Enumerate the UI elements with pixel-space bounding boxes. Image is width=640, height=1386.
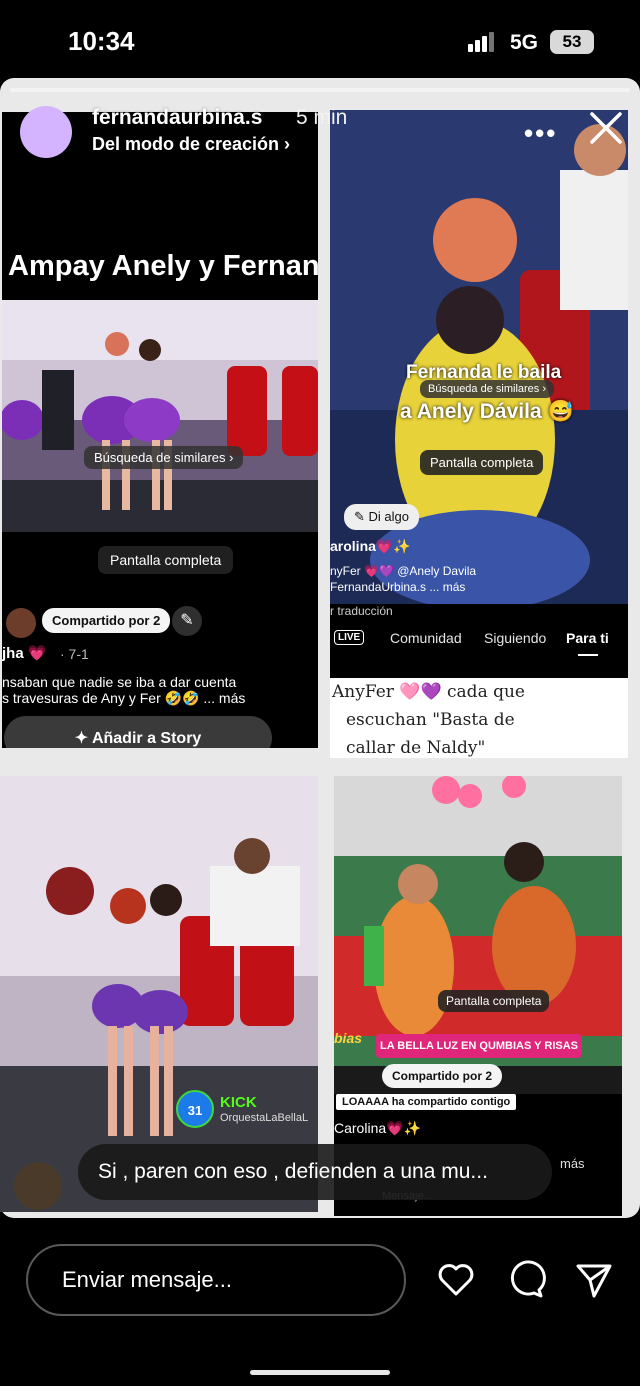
see-translation-link[interactable]: r traducción: [330, 604, 393, 618]
tab-following[interactable]: Siguiendo: [484, 630, 546, 646]
fullscreen-button[interactable]: Pantalla completa: [438, 990, 550, 1012]
caption-box: AnyFer 🩷💜 cada que escuchan "Basta de ca…: [330, 678, 628, 758]
status-time: 10:34: [68, 26, 135, 56]
home-indicator: [250, 1370, 390, 1375]
kick-label: KICK: [220, 1094, 257, 1111]
avatar: [6, 608, 36, 638]
more-link[interactable]: más: [560, 1156, 585, 1171]
close-icon[interactable]: [586, 108, 626, 148]
story-username[interactable]: fernandaurbina.s: [92, 106, 262, 130]
story-header: fernandaurbina.s 5 min Del modo de creac…: [0, 100, 640, 170]
similar-search-button[interactable]: Búsqueda de similares ›: [420, 380, 555, 398]
battery-icon: 53: [550, 30, 594, 54]
more-options-icon[interactable]: •••: [524, 118, 557, 149]
avatar[interactable]: [20, 106, 72, 158]
heart-icon[interactable]: [436, 1260, 476, 1300]
active-tab-underline: [578, 654, 598, 656]
caption-line: FernandaUrbina.s ... más: [330, 580, 466, 594]
stream-banner: LA BELLA LUZ EN QUMBIAS Y RISAS: [376, 1034, 582, 1058]
kick-badge-icon: 31: [176, 1090, 214, 1128]
edit-icon[interactable]: ✎: [172, 606, 202, 636]
caption-line: callar de Naldy": [346, 738, 486, 758]
network-label: 5G: [510, 31, 539, 54]
add-to-story-button[interactable]: ✦ Añadir a Story: [4, 716, 272, 748]
fullscreen-button[interactable]: Pantalla completa: [98, 546, 234, 574]
kick-channel: OrquestaLaBellaL: [220, 1112, 309, 1124]
story-time: 5 min: [296, 106, 348, 129]
post-username: Carolina💗✨: [334, 1120, 422, 1136]
caption-line: nsaban que nadie se iba a dar cuenta: [2, 674, 237, 690]
caption-line: AnyFer 🩷💜 cada que: [332, 682, 525, 702]
tab-community[interactable]: Comunidad: [390, 630, 462, 646]
send-icon[interactable]: [574, 1260, 614, 1300]
say-something-button[interactable]: ✎ Di algo: [344, 504, 419, 530]
send-message-input[interactable]: Enviar mensaje...: [26, 1244, 406, 1316]
reel-title: Ampay Anely y Fernanda: [8, 250, 318, 282]
story-subtitle[interactable]: Del modo de creación ›: [92, 134, 290, 155]
reply-preview-bubble[interactable]: Si , paren con eso , defienden a una mu.…: [78, 1144, 552, 1200]
shared-notice: LOAAAA ha compartido contigo: [336, 1094, 517, 1110]
banner-tag: bias: [334, 1030, 363, 1046]
add-to-story-label: Añadir a Story: [91, 730, 202, 747]
tab-for-you[interactable]: Para ti: [566, 630, 609, 646]
post-username: jha 💗: [2, 645, 47, 662]
say-something-label: Di algo: [368, 509, 409, 524]
post-date: · 7-1: [60, 646, 89, 662]
status-bar: 10:34 5G 53: [0, 0, 640, 80]
shared-reel-top-right[interactable]: Fernanda le baila Búsqueda de similares …: [330, 110, 628, 758]
similar-search-button[interactable]: Búsqueda de similares ›: [84, 446, 244, 469]
feed-tabs: LIVE Comunidad Siguiendo Para ti: [330, 624, 628, 660]
fullscreen-button[interactable]: Pantalla completa: [420, 450, 544, 475]
concert-stage-image: [2, 300, 318, 532]
caption-line: s travesuras de Any y Fer 🤣🤣 ... más: [2, 690, 246, 706]
shared-by-pill[interactable]: Compartido por 2: [382, 1064, 503, 1088]
shared-by-pill[interactable]: Compartido por 2: [42, 608, 171, 633]
live-icon[interactable]: LIVE: [334, 630, 365, 645]
signal-icon: [468, 32, 496, 52]
post-username: arolina💗✨: [330, 538, 411, 554]
comment-icon[interactable]: [506, 1260, 546, 1300]
caption-line: nyFer 💗💜 @Anely Davila: [330, 564, 477, 578]
shared-reel-top-left[interactable]: Ampay Anely y Fernanda Búsqueda de simil…: [2, 112, 318, 748]
bottom-bar: Enviar mensaje...: [0, 1218, 640, 1386]
caption-line: escuchan "Basta de: [346, 710, 515, 730]
video-overlay-text: a Anely Dávila 😅: [400, 400, 574, 423]
story-progress-bar: [10, 88, 630, 92]
